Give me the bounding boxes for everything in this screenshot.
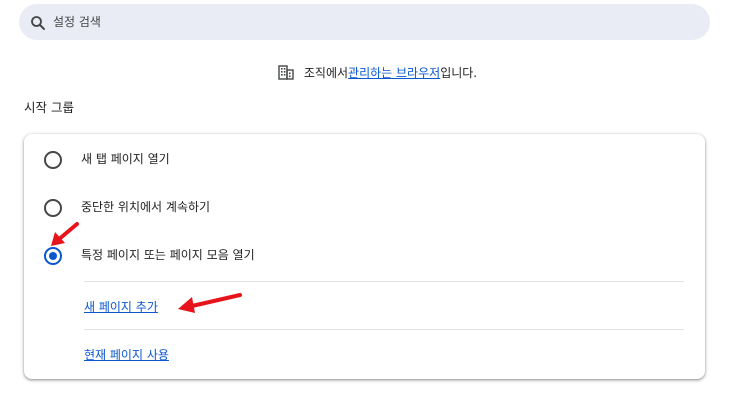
search-icon — [31, 16, 45, 30]
radio-button[interactable] — [44, 199, 62, 217]
radio-option-label: 특정 페이지 또는 페이지 모음 열기 — [81, 248, 255, 262]
radio-option-continue[interactable]: 중단한 위치에서 계속하기 — [24, 191, 705, 221]
section-title: 시작 그룹 — [24, 100, 74, 115]
settings-search-bar[interactable] — [19, 4, 710, 40]
radio-button-checked[interactable] — [44, 247, 62, 265]
divider — [84, 281, 684, 282]
radio-option-specific-pages[interactable]: 특정 페이지 또는 페이지 모음 열기 — [24, 239, 705, 269]
managed-browser-notice: 조직에서 관리하는 브라우저 입니다. — [0, 61, 755, 83]
managed-notice-prefix: 조직에서 — [303, 65, 349, 80]
search-input[interactable] — [53, 4, 673, 40]
building-icon — [278, 65, 294, 80]
managed-browser-link[interactable]: 관리하는 브라우저 — [348, 64, 440, 81]
startup-options-card: 새 탭 페이지 열기 중단한 위치에서 계속하기 특정 페이지 또는 페이지 모… — [24, 134, 705, 379]
add-new-page-link[interactable]: 새 페이지 추가 — [84, 298, 158, 315]
use-current-pages-link[interactable]: 현재 페이지 사용 — [84, 346, 169, 363]
managed-notice-suffix: 입니다. — [440, 65, 478, 80]
radio-button[interactable] — [44, 151, 62, 169]
radio-option-label: 새 탭 페이지 열기 — [81, 152, 170, 166]
radio-option-label: 중단한 위치에서 계속하기 — [81, 200, 211, 214]
divider — [84, 329, 684, 330]
radio-option-new-tab[interactable]: 새 탭 페이지 열기 — [24, 143, 705, 173]
